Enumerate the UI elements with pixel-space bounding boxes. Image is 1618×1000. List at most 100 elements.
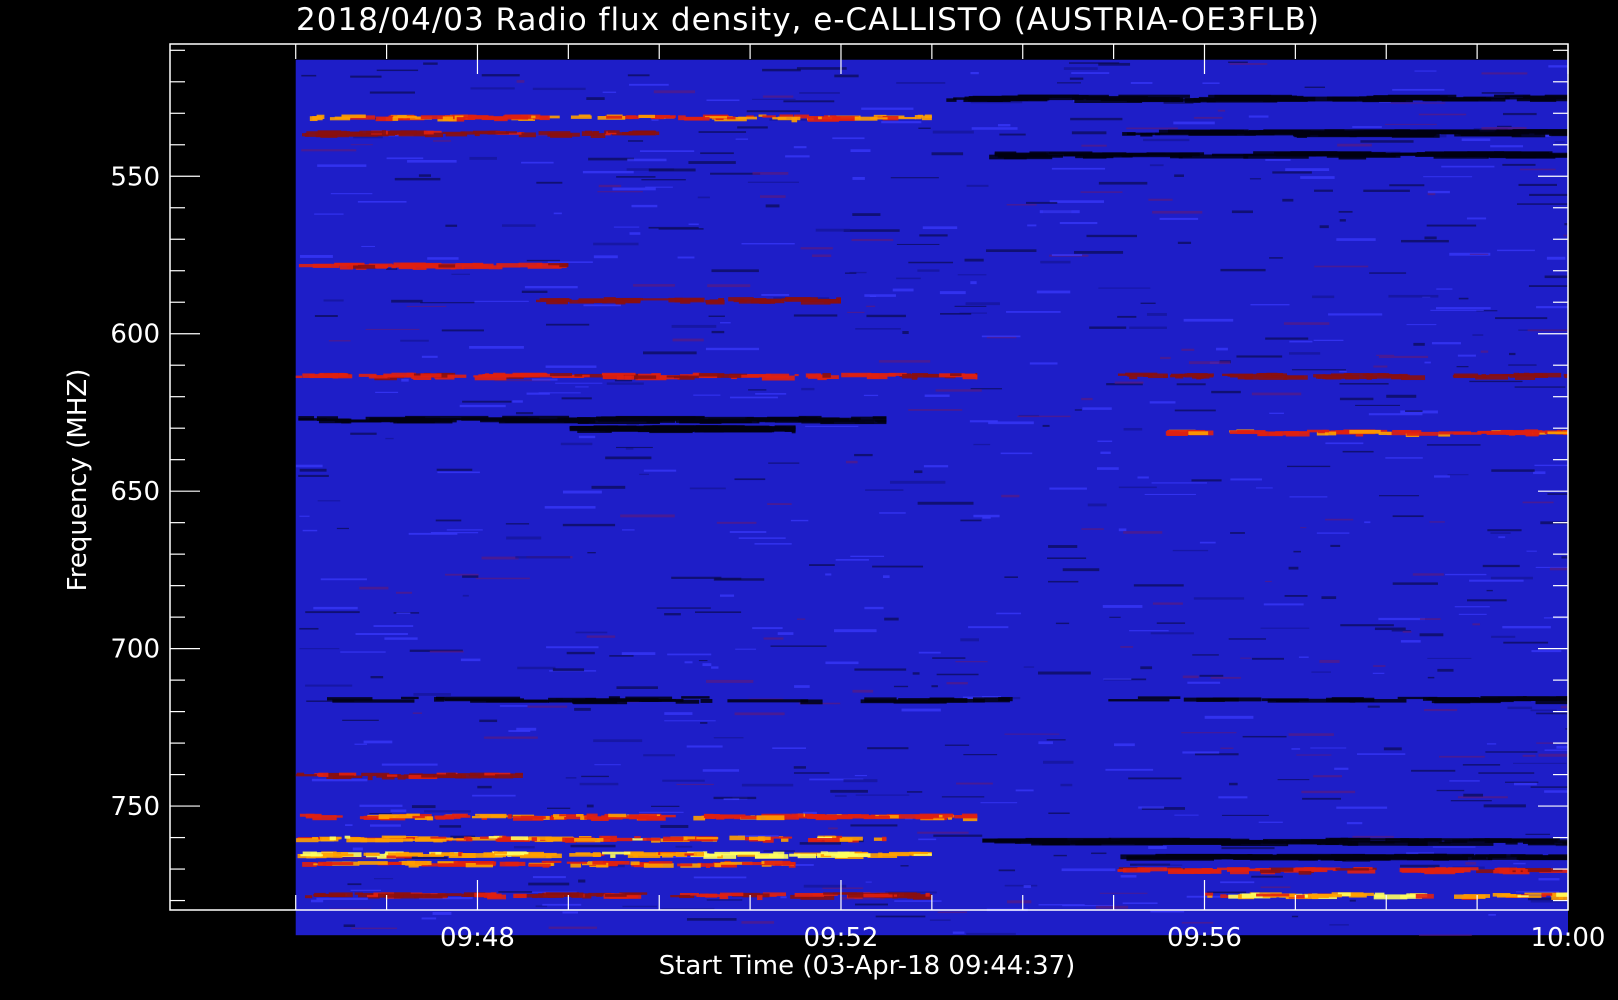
noise-streak	[350, 432, 377, 435]
noise-streak	[386, 157, 424, 160]
noise-streak	[1074, 250, 1124, 254]
bright-band-streak	[705, 863, 711, 868]
noise-streak	[754, 543, 792, 545]
noise-streak	[996, 612, 1022, 615]
noise-streak	[648, 168, 696, 172]
bright-band-streak	[674, 297, 705, 303]
noise-streak	[1298, 656, 1309, 658]
noise-streak	[1047, 580, 1079, 583]
noise-streak	[1378, 617, 1425, 621]
bright-band-streak	[430, 836, 447, 839]
noise-streak	[597, 191, 643, 193]
noise-streak	[1400, 640, 1421, 643]
bright-band-streak	[915, 815, 934, 820]
noise-streak	[667, 653, 712, 656]
noise-streak	[1283, 322, 1330, 325]
bright-band-streak	[738, 116, 757, 120]
noise-streak	[469, 156, 497, 160]
noise-streak	[711, 666, 719, 669]
noise-streak	[396, 591, 413, 594]
bright-band-streak	[607, 130, 620, 133]
bright-band-streak	[1229, 430, 1250, 435]
noise-streak	[1534, 464, 1568, 467]
noise-streak	[752, 98, 796, 100]
bright-band-streak	[1390, 375, 1402, 379]
noise-streak	[1530, 786, 1568, 788]
bright-band-streak	[1547, 431, 1568, 435]
noise-streak	[386, 268, 398, 270]
noise-streak	[1334, 767, 1349, 770]
noise-streak	[1304, 86, 1326, 88]
noise-streak	[708, 315, 725, 317]
bright-band-streak	[881, 836, 887, 842]
noise-streak	[693, 394, 721, 396]
x-tick-label: 09:56	[1167, 923, 1242, 953]
noise-streak	[444, 573, 479, 576]
dark-band-streak	[1438, 841, 1451, 844]
noise-streak	[697, 196, 710, 199]
bright-band-streak	[1415, 893, 1434, 899]
noise-streak	[1378, 495, 1420, 497]
bright-band-streak	[781, 838, 789, 842]
noise-streak	[1515, 891, 1560, 893]
noise-streak	[952, 931, 965, 934]
bright-band-streak	[816, 298, 830, 302]
bright-band-streak	[586, 813, 598, 817]
bright-band-streak	[487, 894, 507, 900]
dark-band-streak	[1001, 95, 1048, 100]
noise-streak	[570, 844, 616, 848]
noise-streak	[1402, 630, 1412, 633]
noise-streak	[524, 285, 578, 289]
noise-streak	[1122, 902, 1158, 905]
bright-band-streak	[489, 265, 503, 270]
noise-streak	[1319, 659, 1340, 663]
dark-band-streak	[1400, 838, 1442, 843]
bright-band-streak	[1335, 868, 1369, 871]
bright-band-streak	[1296, 375, 1304, 379]
noise-streak	[1173, 121, 1215, 125]
noise-streak	[314, 315, 338, 318]
noise-streak	[1062, 568, 1100, 572]
noise-streak	[1188, 361, 1231, 365]
noise-streak	[1120, 875, 1137, 878]
noise-streak	[1096, 467, 1119, 470]
noise-streak	[1182, 751, 1220, 754]
noise-streak	[963, 754, 998, 756]
noise-streak	[834, 74, 859, 78]
noise-streak	[875, 915, 926, 918]
noise-streak	[1339, 397, 1374, 401]
noise-streak	[1251, 875, 1283, 878]
noise-streak	[1221, 847, 1275, 850]
bright-band-streak	[317, 861, 333, 866]
noise-streak	[1467, 599, 1507, 602]
noise-streak	[1149, 401, 1176, 404]
noise-streak	[1339, 370, 1347, 373]
bright-band-streak	[614, 861, 625, 864]
bright-band-streak	[329, 836, 336, 841]
noise-streak	[763, 850, 795, 852]
noise-streak	[1536, 712, 1568, 715]
noise-streak	[1100, 451, 1111, 454]
dark-band-streak	[1184, 854, 1232, 857]
bright-band-streak	[729, 851, 761, 855]
noise-streak	[1462, 764, 1501, 766]
spectrogram-chart: 2018/04/03 Radio flux density, e-CALLIST…	[0, 0, 1618, 1000]
bright-band-streak	[421, 774, 436, 778]
noise-streak	[412, 712, 423, 714]
dark-band-streak	[1213, 840, 1261, 845]
noise-streak	[1152, 210, 1203, 214]
bright-band-streak	[463, 836, 472, 840]
bright-band-streak	[317, 373, 349, 377]
noise-streak	[354, 743, 368, 745]
bright-band-streak	[493, 851, 507, 855]
noise-streak	[908, 409, 963, 411]
noise-streak	[735, 648, 757, 650]
noise-streak	[446, 529, 483, 531]
noise-streak	[805, 425, 859, 427]
noise-streak	[906, 791, 923, 793]
bright-band-streak	[312, 816, 337, 821]
bright-band-streak	[495, 774, 514, 779]
noise-streak	[459, 404, 506, 408]
bright-band-streak	[1122, 868, 1151, 873]
bright-band-streak	[593, 130, 600, 136]
